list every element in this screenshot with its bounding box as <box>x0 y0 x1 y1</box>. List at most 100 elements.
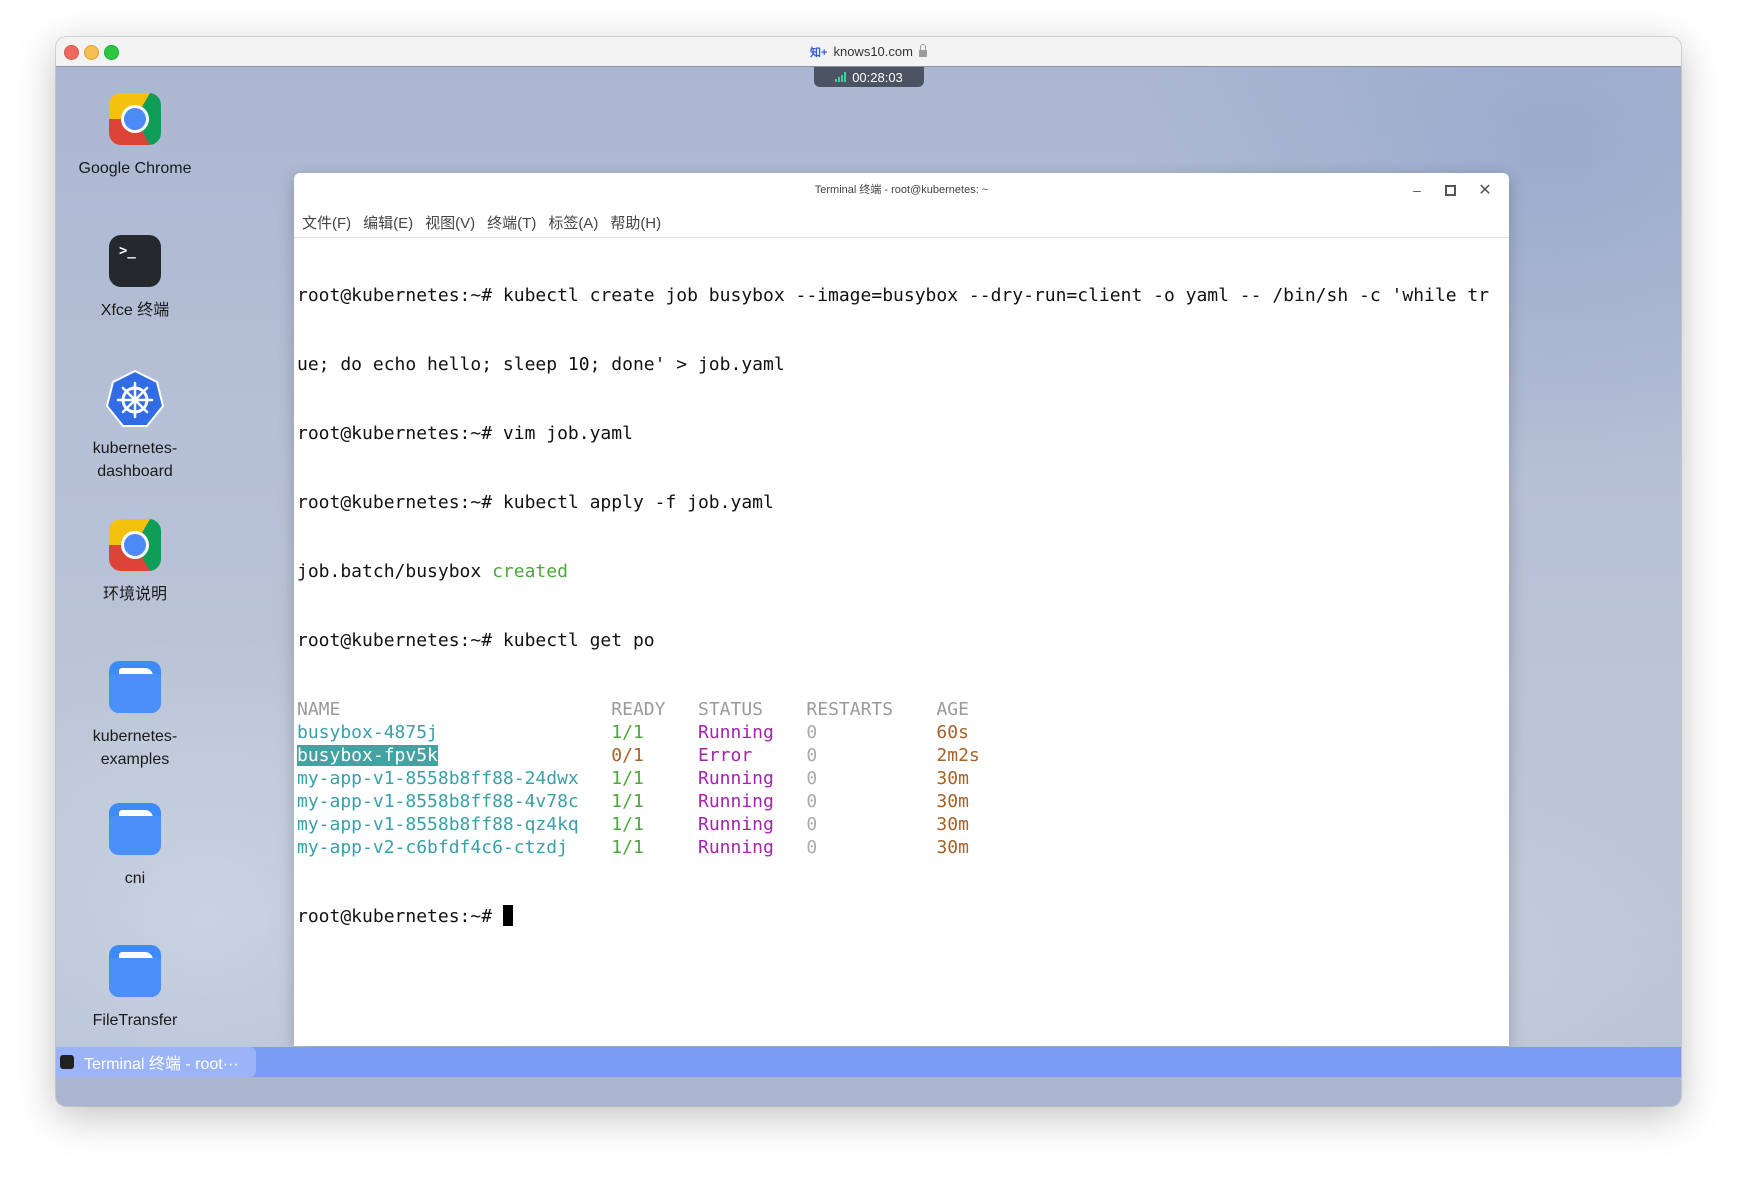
column-header: READY <box>611 699 666 720</box>
desktop-icon-label: cni <box>124 870 146 887</box>
table-header: NAME READY STATUS RESTARTS AGE <box>297 698 1509 721</box>
timer-text: 00:28:03 <box>852 69 903 85</box>
pod-name: my-app-v1-8558b8ff88-qz4kq <box>297 814 579 835</box>
desktop-icon-label: kubernetes- dashboard <box>92 440 178 480</box>
cursor <box>502 905 513 926</box>
pod-restarts: 0 <box>806 722 818 743</box>
pod-age: 30m <box>936 814 969 835</box>
table-row: busybox-4875j 1/1 Running 0 60s <box>297 721 1509 744</box>
pod-age: 30m <box>936 837 969 858</box>
pod-ready: 1/1 <box>611 837 644 858</box>
desktop-icon-cni[interactable]: cni <box>60 803 210 890</box>
apply-status: created <box>492 561 568 582</box>
terminal-icon: >_ <box>109 235 161 287</box>
taskbar: Terminal 终端 - root··· <box>56 1047 1681 1077</box>
desktop-icon-kubernetes-examples[interactable]: kubernetes- examples <box>60 661 210 771</box>
session-timer: 00:28:03 <box>814 67 924 87</box>
maximize-icon <box>1444 184 1456 196</box>
menu-terminal[interactable]: 终端(T) <box>487 212 536 233</box>
column-header: STATUS <box>698 699 764 720</box>
desktop-icon-label: kubernetes- examples <box>92 728 178 768</box>
desktop-icon-xfce-terminal[interactable]: >_ Xfce 终端 <box>60 235 210 322</box>
desktop-icon-label: Google Chrome <box>78 160 192 177</box>
terminal-line: root@kubernetes:~# kubectl create job bu… <box>297 285 1490 306</box>
close-button[interactable]: ✕ <box>1474 179 1496 201</box>
desktop-icon-environment-notes[interactable]: 环境说明 <box>60 519 210 606</box>
terminal-line: root@kubernetes:~# kubectl apply -f job.… <box>297 492 774 513</box>
pod-name: my-app-v1-8558b8ff88-24dwx <box>297 768 579 789</box>
chrome-icon <box>109 519 161 571</box>
pod-status: Running <box>697 768 774 789</box>
menu-view[interactable]: 视图(V) <box>425 212 475 233</box>
pod-age: 30m <box>936 791 969 812</box>
terminal-line: root@kubernetes:~# kubectl get po <box>297 630 655 651</box>
terminal-output[interactable]: root@kubernetes:~# kubectl create job bu… <box>297 238 1509 974</box>
pod-name: busybox-4875j <box>297 722 438 743</box>
pod-restarts: 0 <box>806 791 818 812</box>
maximize-button[interactable] <box>1439 179 1461 201</box>
pod-status: Running <box>698 837 774 858</box>
url-text: knows10.com <box>833 44 913 59</box>
pod-name: busybox-fpv5k <box>297 745 438 766</box>
table-row: my-app-v1-8558b8ff88-4v78c 1/1 Running 0… <box>297 790 1509 813</box>
menu-edit[interactable]: 编辑(E) <box>363 212 413 233</box>
terminal-line: ue; do echo hello; sleep 10; done' > job… <box>297 354 785 375</box>
pod-age: 60s <box>936 722 969 743</box>
terminal-window[interactable]: Terminal 终端 - root@kubernetes: ~ – ✕ 文件(… <box>294 173 1509 1046</box>
table-row: busybox-fpv5k 0/1 Error 0 2m2s <box>297 744 1509 767</box>
prompt: root@kubernetes:~# <box>297 906 503 927</box>
pod-ready: 1/1 <box>611 814 644 835</box>
pod-name: my-app-v2-c6bfdf4c6-ctzdj <box>297 837 568 858</box>
terminal-menubar: 文件(F) 编辑(E) 视图(V) 终端(T) 标签(A) 帮助(H) <box>294 209 661 235</box>
browser-titlebar: 知+ knows10.com <box>56 37 1681 67</box>
column-header: NAME <box>297 699 341 720</box>
table-row: my-app-v2-c6bfdf4c6-ctzdj 1/1 Running 0 … <box>297 836 1509 859</box>
pod-status: Running <box>697 814 774 835</box>
pod-restarts: 0 <box>806 837 818 858</box>
menu-file[interactable]: 文件(F) <box>302 212 351 233</box>
terminal-icon <box>60 1055 74 1069</box>
pod-status: Running <box>697 722 774 743</box>
menu-help[interactable]: 帮助(H) <box>610 212 661 233</box>
column-header: AGE <box>936 699 969 720</box>
menu-tabs[interactable]: 标签(A) <box>548 212 598 233</box>
signal-icon <box>835 72 847 82</box>
site-logo-icon: 知+ <box>810 46 828 59</box>
taskbar-item-label: Terminal 终端 - root··· <box>84 1056 239 1073</box>
folder-icon <box>109 803 161 855</box>
remote-desktop: 00:28:03 Google Chrome >_ Xfce 终端 kubern… <box>56 67 1681 1077</box>
table-row: my-app-v1-8558b8ff88-24dwx 1/1 Running 0… <box>297 767 1509 790</box>
pod-name: my-app-v1-8558b8ff88-4v78c <box>297 791 579 812</box>
browser-window: 知+ knows10.com 00:28:03 Google Chrome >_… <box>56 37 1681 1106</box>
minimize-button[interactable]: – <box>1406 179 1428 201</box>
desktop-icon-google-chrome[interactable]: Google Chrome <box>60 93 210 180</box>
folder-icon <box>109 661 161 713</box>
prompt-line: root@kubernetes:~# <box>297 905 1509 928</box>
pod-status: Error <box>697 745 753 766</box>
folder-icon <box>109 945 161 997</box>
close-icon: ✕ <box>1478 182 1492 199</box>
pod-restarts: 0 <box>806 768 818 789</box>
desktop-icon-kubernetes-dashboard[interactable]: kubernetes- dashboard <box>60 369 210 483</box>
pod-ready: 1/1 <box>611 791 644 812</box>
address-bar[interactable]: 知+ knows10.com <box>56 37 1681 66</box>
pod-age: 30m <box>936 768 969 789</box>
desktop-icon-label: FileTransfer <box>92 1012 178 1029</box>
pod-restarts: 0 <box>806 745 818 766</box>
pod-ready: 1/1 <box>611 768 644 789</box>
terminal-line: root@kubernetes:~# vim job.yaml <box>297 423 633 444</box>
desktop-icon-label: Xfce 终端 <box>100 302 170 319</box>
apply-resource: job.batch/busybox <box>297 561 493 582</box>
lock-icon <box>918 44 927 57</box>
pod-age: 2m2s <box>936 745 980 766</box>
pod-ready: 1/1 <box>611 722 644 743</box>
apply-result-line: job.batch/busybox created <box>297 560 1509 583</box>
terminal-title: Terminal 终端 - root@kubernetes: ~ <box>814 184 989 196</box>
pod-ready: 0/1 <box>611 745 644 766</box>
pod-restarts: 0 <box>806 814 818 835</box>
desktop-icon-filetransfer[interactable]: FileTransfer <box>60 945 210 1032</box>
taskbar-item-terminal[interactable]: Terminal 终端 - root··· <box>56 1047 256 1077</box>
column-header: RESTARTS <box>806 699 894 720</box>
chrome-icon <box>109 93 161 145</box>
pod-table: NAME READY STATUS RESTARTS AGE busybox-48… <box>297 698 1509 859</box>
